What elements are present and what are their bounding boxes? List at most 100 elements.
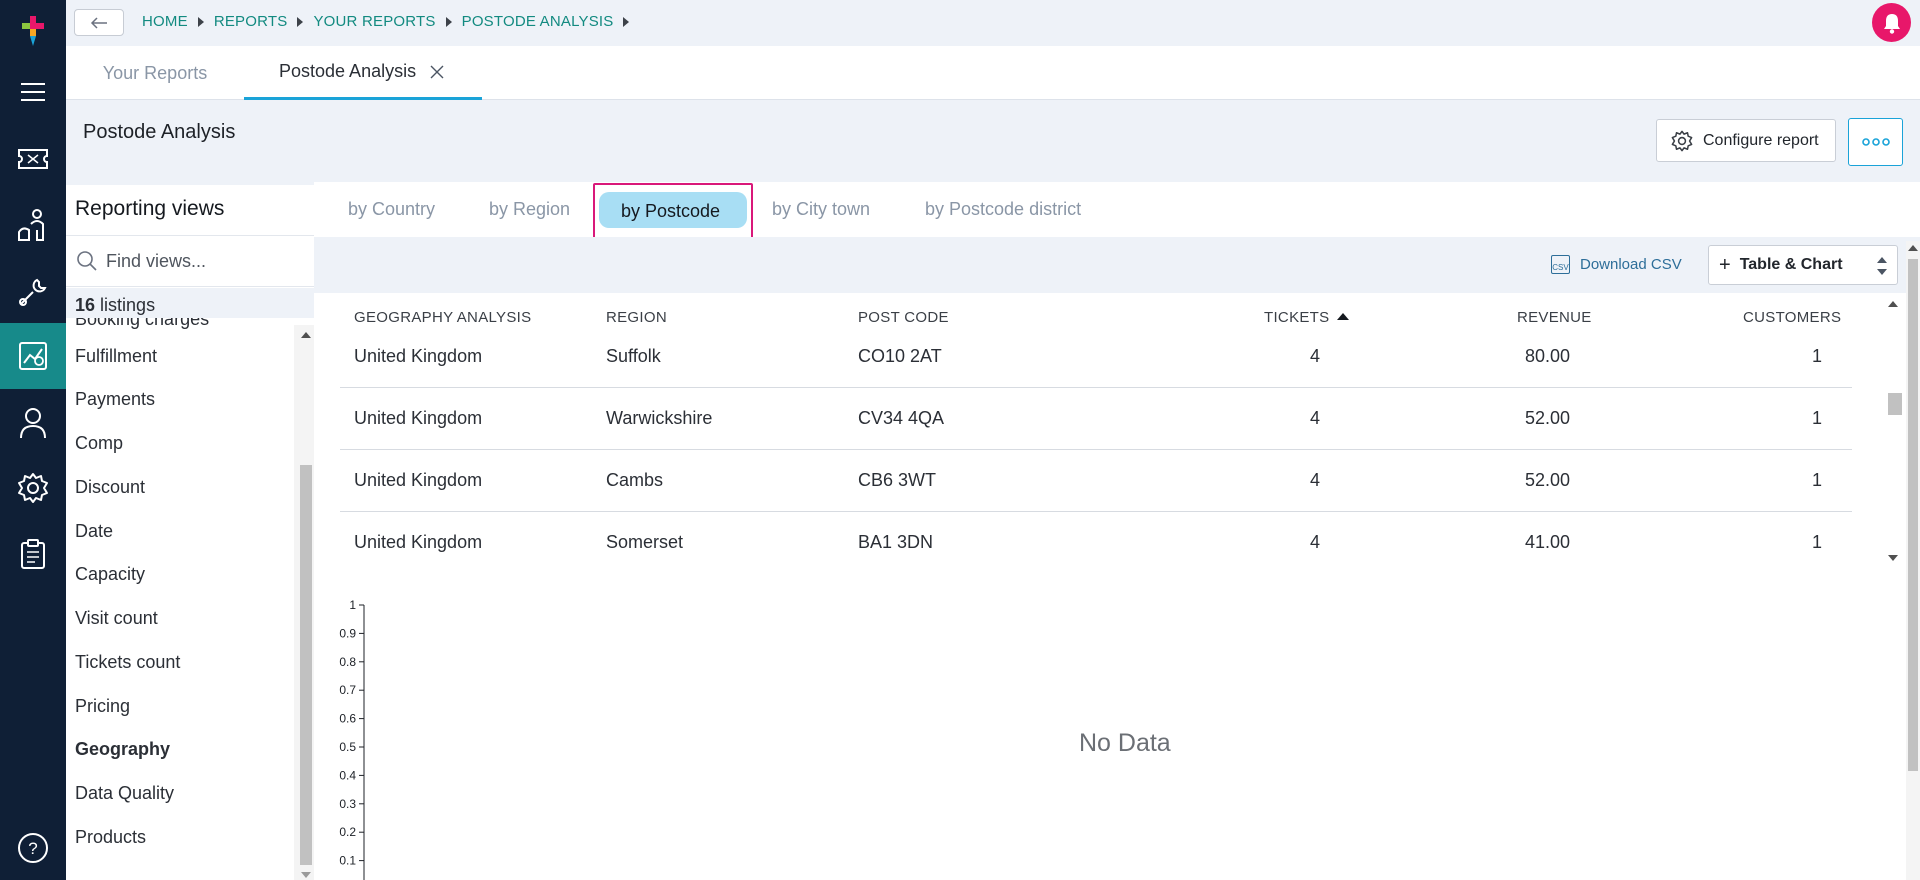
table-row[interactable]: United Kingdom Suffolk CO10 2AT 4 80.00 … [340, 326, 1852, 388]
close-icon[interactable] [430, 65, 444, 79]
breadcrumb-postode-analysis[interactable]: POSTODE ANALYSIS [462, 13, 614, 30]
views-list: Booking charges Fulfillment Payments Com… [66, 318, 294, 880]
scroll-up-icon[interactable] [1888, 301, 1898, 307]
cell-geography: United Kingdom [354, 532, 483, 552]
table-scrollbar[interactable] [1882, 293, 1902, 569]
table-row[interactable]: United Kingdom Cambs CB6 3WT 4 52.00 1 [340, 450, 1852, 512]
configure-report-label: Configure report [1703, 131, 1819, 149]
breadcrumb-home[interactable]: HOME [142, 13, 188, 30]
scrollbar-thumb[interactable] [300, 465, 312, 865]
column-header-geography[interactable]: GEOGRAPHY ANALYSIS [354, 309, 531, 326]
reporting-views-title: Reporting views [75, 197, 225, 220]
view-item-tickets-count[interactable]: Tickets count [75, 652, 180, 673]
notifications-button[interactable] [1872, 3, 1911, 42]
reports-icon[interactable] [0, 323, 66, 389]
view-item-visit-count[interactable]: Visit count [75, 608, 158, 629]
scrollbar-thumb[interactable] [1888, 393, 1902, 415]
views-search [66, 235, 314, 287]
view-item-pricing[interactable]: Pricing [75, 696, 130, 717]
subtab-by-country[interactable]: by Country [348, 190, 435, 228]
subtab-by-city-town[interactable]: by City town [772, 190, 870, 228]
top-bar: HOME REPORTS YOUR REPORTS POSTODE ANALYS… [66, 0, 1920, 46]
help-icon[interactable]: ? [0, 816, 66, 880]
download-csv-link[interactable]: CSV Download CSV [1551, 255, 1682, 274]
view-item-fulfillment[interactable]: Fulfillment [75, 346, 157, 367]
view-item-date[interactable]: Date [75, 521, 113, 542]
y-tick-label: 1 [349, 598, 356, 612]
scroll-up-icon[interactable] [301, 332, 311, 338]
column-header-tickets[interactable]: TICKETS [1264, 309, 1350, 326]
more-horizontal-icon [1861, 138, 1890, 146]
results-table: GEOGRAPHY ANALYSIS REGION POST CODE TICK… [314, 293, 1906, 573]
users-icon[interactable] [0, 192, 66, 258]
column-header-region[interactable]: REGION [606, 309, 667, 326]
more-options-button[interactable] [1848, 118, 1903, 166]
svg-text:?: ? [28, 839, 37, 858]
subtab-by-postcode[interactable]: by Postcode [621, 192, 720, 230]
column-header-post-code[interactable]: POST CODE [858, 309, 949, 326]
cell-post-code: BA1 3DN [858, 532, 934, 552]
subtab-by-region[interactable]: by Region [489, 190, 570, 228]
plus-icon: + [1719, 254, 1731, 276]
view-mode-select[interactable]: + Table & Chart [1708, 245, 1898, 285]
view-item-capacity[interactable]: Capacity [75, 564, 145, 585]
ticket-icon[interactable] [0, 126, 66, 192]
clipboard-icon[interactable] [0, 521, 66, 587]
results-chart: 1 0.9 0.8 0.7 0.6 0.5 0.4 0.3 0.2 0.1 No Data [314, 573, 1906, 880]
y-tick-label: 0.1 [339, 854, 356, 868]
settings-icon[interactable] [0, 455, 66, 521]
chevron-right-icon [297, 16, 304, 27]
table-row[interactable]: United Kingdom Somerset BA1 3DN 4 41.00 … [340, 512, 1852, 574]
page-title: Postode Analysis [83, 121, 236, 143]
listings-count: 16 listings [66, 288, 314, 318]
column-header-customers[interactable]: CUSTOMERS [1743, 309, 1841, 326]
view-item-booking-charges[interactable]: Booking charges [75, 318, 209, 330]
breadcrumb-your-reports[interactable]: YOUR REPORTS [313, 13, 435, 30]
y-tick-label: 0.8 [339, 655, 356, 669]
tab-postode-analysis[interactable]: Postode Analysis [244, 46, 482, 100]
view-item-discount[interactable]: Discount [75, 477, 145, 498]
subtab-by-postcode-district[interactable]: by Postcode district [925, 190, 1081, 228]
cell-post-code: CO10 2AT [858, 346, 942, 366]
column-header-tickets-label: TICKETS [1264, 309, 1330, 326]
view-item-comp[interactable]: Comp [75, 433, 123, 454]
views-scrollbar[interactable] [294, 325, 314, 880]
y-tick-label: 0.6 [339, 712, 356, 726]
chart-y-axis: 1 0.9 0.8 0.7 0.6 0.5 0.4 0.3 0.2 0.1 [339, 598, 365, 880]
menu-icon[interactable] [0, 59, 66, 125]
content-scrollbar[interactable] [1906, 241, 1920, 880]
column-header-revenue[interactable]: REVENUE [1517, 309, 1592, 326]
scroll-down-icon[interactable] [301, 872, 311, 878]
view-item-geography[interactable]: Geography [75, 739, 170, 760]
download-csv-label: Download CSV [1580, 256, 1682, 273]
cell-tickets: 4 [1309, 346, 1320, 366]
y-tick-label: 0.7 [339, 683, 356, 697]
tools-icon[interactable] [0, 259, 66, 325]
tab-your-reports[interactable]: Your Reports [66, 46, 244, 100]
person-icon[interactable] [0, 390, 66, 456]
tab-label: Postode Analysis [279, 61, 417, 81]
view-item-products[interactable]: Products [75, 827, 146, 848]
table-row[interactable]: United Kingdom Warwickshire CV34 4QA 4 5… [340, 388, 1852, 450]
scroll-up-icon[interactable] [1908, 245, 1918, 251]
cell-region: Suffolk [606, 346, 661, 366]
bell-icon [1883, 13, 1900, 34]
breadcrumb-reports[interactable]: REPORTS [214, 13, 288, 30]
cell-post-code: CB6 3WT [858, 470, 937, 490]
scroll-down-icon[interactable] [1888, 555, 1898, 561]
search-icon [77, 251, 97, 271]
logo-icon[interactable] [0, 0, 66, 62]
back-button[interactable] [74, 9, 124, 36]
scrollbar-thumb[interactable] [1908, 259, 1918, 771]
gear-icon [1671, 130, 1693, 151]
cell-revenue: 52.00 [1524, 408, 1570, 428]
configure-report-button[interactable]: Configure report [1656, 119, 1836, 162]
view-item-data-quality[interactable]: Data Quality [75, 783, 174, 804]
listings-label: listings [100, 295, 156, 315]
view-item-payments[interactable]: Payments [75, 389, 155, 410]
cell-region: Cambs [606, 470, 664, 490]
view-mode-value: Table & Chart [1739, 256, 1843, 273]
y-tick-label: 0.3 [339, 797, 356, 811]
views-search-input[interactable] [106, 250, 296, 272]
updown-arrows-icon [1877, 257, 1887, 275]
